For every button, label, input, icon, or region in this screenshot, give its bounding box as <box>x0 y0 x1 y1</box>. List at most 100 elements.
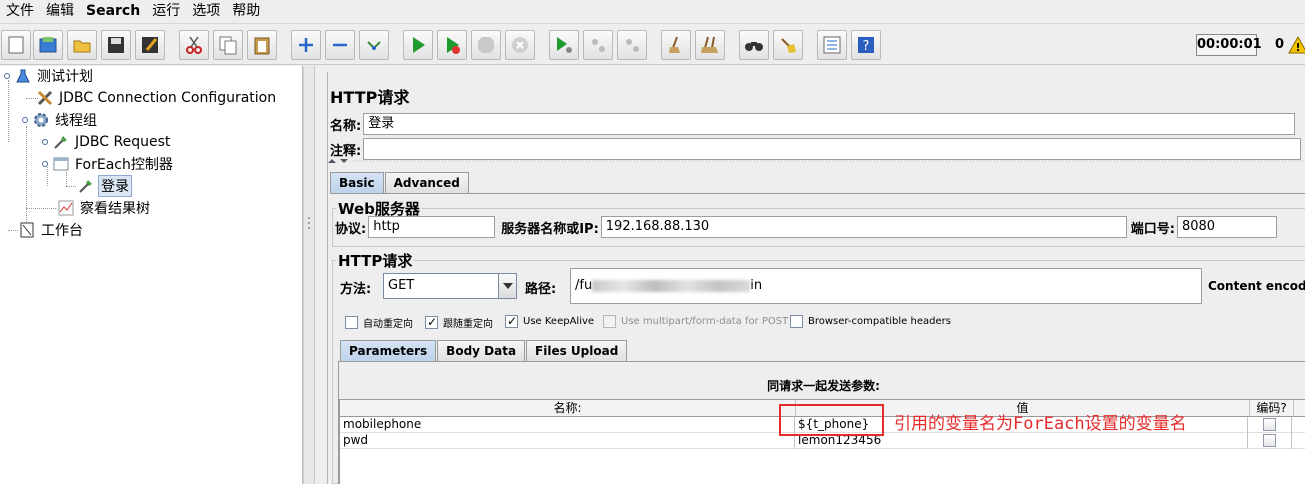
toggle-handle[interactable] <box>40 133 50 151</box>
encode-checkbox[interactable] <box>1263 434 1277 447</box>
col-encode-header[interactable]: 编码? <box>1250 400 1294 417</box>
toggle-handle[interactable] <box>20 111 30 129</box>
splitter[interactable] <box>303 66 314 484</box>
tree-item-jdbc-request[interactable]: JDBC Request <box>40 132 172 152</box>
save-as-button[interactable] <box>135 30 165 60</box>
tree-item-workbench[interactable]: 工作台 <box>18 220 85 240</box>
path-blurred-segment <box>592 279 751 292</box>
encode-checkbox[interactable] <box>1263 418 1277 431</box>
col-name-header[interactable]: 名称: <box>340 400 796 417</box>
start-button[interactable] <box>403 30 433 60</box>
start-no-pause-icon <box>447 37 460 54</box>
tree-item-thread-group[interactable]: 线程组 <box>20 110 99 130</box>
chevron-down-icon[interactable] <box>498 274 516 298</box>
toggle-handle[interactable] <box>2 67 12 85</box>
tree-item-login[interactable]: 登录 <box>77 175 132 197</box>
templates-icon <box>39 37 57 53</box>
pipette-icon <box>77 177 95 195</box>
toggle-icon <box>367 41 381 50</box>
param-extra-cell[interactable] <box>1292 433 1305 449</box>
copy-button[interactable] <box>213 30 243 60</box>
function-helper-icon <box>823 36 841 54</box>
checkbox-box <box>603 315 616 328</box>
svg-text:?: ? <box>863 39 870 54</box>
cut-button[interactable] <box>179 30 209 60</box>
multipart-checkbox[interactable]: Use multipart/form-data for POST <box>603 315 788 328</box>
param-name-cell[interactable]: pwd <box>340 433 796 449</box>
tab-basic[interactable]: Basic <box>330 172 384 194</box>
function-helper-button[interactable] <box>817 30 847 60</box>
remote-shutdown-button[interactable] <box>617 30 647 60</box>
clear-all-button[interactable] <box>695 30 725 60</box>
clear-button[interactable] <box>661 30 691 60</box>
protocol-field[interactable]: http <box>368 216 496 238</box>
checkbox-label: Use multipart/form-data for POST <box>621 316 789 327</box>
annotation-highlight-box <box>779 404 884 436</box>
stop-button[interactable] <box>471 30 501 60</box>
menu-search[interactable]: Search <box>80 1 146 21</box>
tree-item-jdbc-connection[interactable]: JDBC Connection Configuration <box>36 88 278 108</box>
menu-edit[interactable]: 编辑 <box>40 1 80 21</box>
http-request-title: HTTP请求 <box>336 250 415 271</box>
reset-search-button[interactable] <box>773 30 803 60</box>
start-no-pause-button[interactable] <box>437 30 467 60</box>
new-button[interactable] <box>1 30 31 60</box>
paste-button[interactable] <box>247 30 277 60</box>
save-button[interactable] <box>101 30 131 60</box>
tab-advanced[interactable]: Advanced <box>384 172 469 194</box>
collapse-button[interactable] <box>325 30 355 60</box>
browser-compatible-checkbox[interactable]: Browser-compatible headers <box>790 315 951 328</box>
param-extra-cell[interactable] <box>1292 417 1305 433</box>
expand-button[interactable] <box>291 30 321 60</box>
params-caption: 同请求一起发送参数: <box>767 379 880 393</box>
tab-files-upload[interactable]: Files Upload <box>526 340 628 362</box>
menu-help[interactable]: 帮助 <box>226 1 266 21</box>
svg-text:!: ! <box>1295 41 1300 54</box>
name-row: 名称: 登录 <box>330 113 1296 135</box>
remote-start-icon <box>557 37 572 53</box>
remote-start-button[interactable] <box>549 30 579 60</box>
menu-run[interactable]: 运行 <box>146 1 186 21</box>
collapse-arrows-icon[interactable] <box>328 157 1305 167</box>
tab-body-data[interactable]: Body Data <box>437 340 526 362</box>
name-field[interactable]: 登录 <box>363 113 1296 135</box>
checkbox-box <box>345 316 358 329</box>
new-icon <box>8 36 24 54</box>
help-button[interactable]: ? <box>851 30 881 60</box>
keepalive-checkbox[interactable]: ✓ Use KeepAlive <box>505 314 594 328</box>
redirect-auto-checkbox[interactable]: 自动重定向 <box>345 315 413 330</box>
menu-file[interactable]: 文件 <box>0 1 40 21</box>
param-encode-cell[interactable] <box>1248 417 1293 433</box>
cut-icon <box>186 36 202 54</box>
paste-icon <box>254 37 270 55</box>
port-field[interactable]: 8080 <box>1176 216 1277 238</box>
menu-bar: 文件 编辑 Search 运行 选项 帮助 <box>0 0 1305 22</box>
warning-icon[interactable]: ! <box>1288 35 1305 55</box>
remote-stop-button[interactable] <box>583 30 613 60</box>
checkbox-label: Browser-compatible headers <box>808 316 951 327</box>
follow-redirects-checkbox[interactable]: ✓ 跟随重定向 <box>425 315 493 330</box>
http-request-panel: HTTP请求 名称: 登录 注释: Basic Advanced Web服务器 … <box>314 66 1305 484</box>
templates-button[interactable] <box>33 30 63 60</box>
method-select[interactable]: GET <box>383 273 517 299</box>
tree-item-foreach-controller[interactable]: ForEach控制器 <box>40 154 175 174</box>
col-extra-header[interactable] <box>1294 400 1305 417</box>
flask-icon <box>14 67 32 85</box>
checkbox-box: ✓ <box>425 315 438 329</box>
param-name-cell[interactable]: mobilephone <box>340 417 796 433</box>
open-button[interactable] <box>67 30 97 60</box>
path-prefix: /fu <box>575 278 593 293</box>
shutdown-button[interactable] <box>505 30 535 60</box>
tree-item-label: 线程组 <box>55 113 97 129</box>
menu-options[interactable]: 选项 <box>186 1 226 21</box>
path-field[interactable]: /fu in <box>570 268 1202 304</box>
tree-item-test-plan[interactable]: 测试计划 <box>2 66 95 86</box>
tree-item-view-results-tree[interactable]: 察看结果树 <box>57 198 152 218</box>
toggle-handle[interactable] <box>40 155 50 173</box>
search-button[interactable] <box>739 30 769 60</box>
checkbox-box <box>790 315 803 328</box>
toggle-button[interactable] <box>359 30 389 60</box>
server-field[interactable]: 192.168.88.130 <box>600 216 1127 238</box>
param-encode-cell[interactable] <box>1248 433 1293 449</box>
tab-parameters[interactable]: Parameters <box>340 340 437 362</box>
